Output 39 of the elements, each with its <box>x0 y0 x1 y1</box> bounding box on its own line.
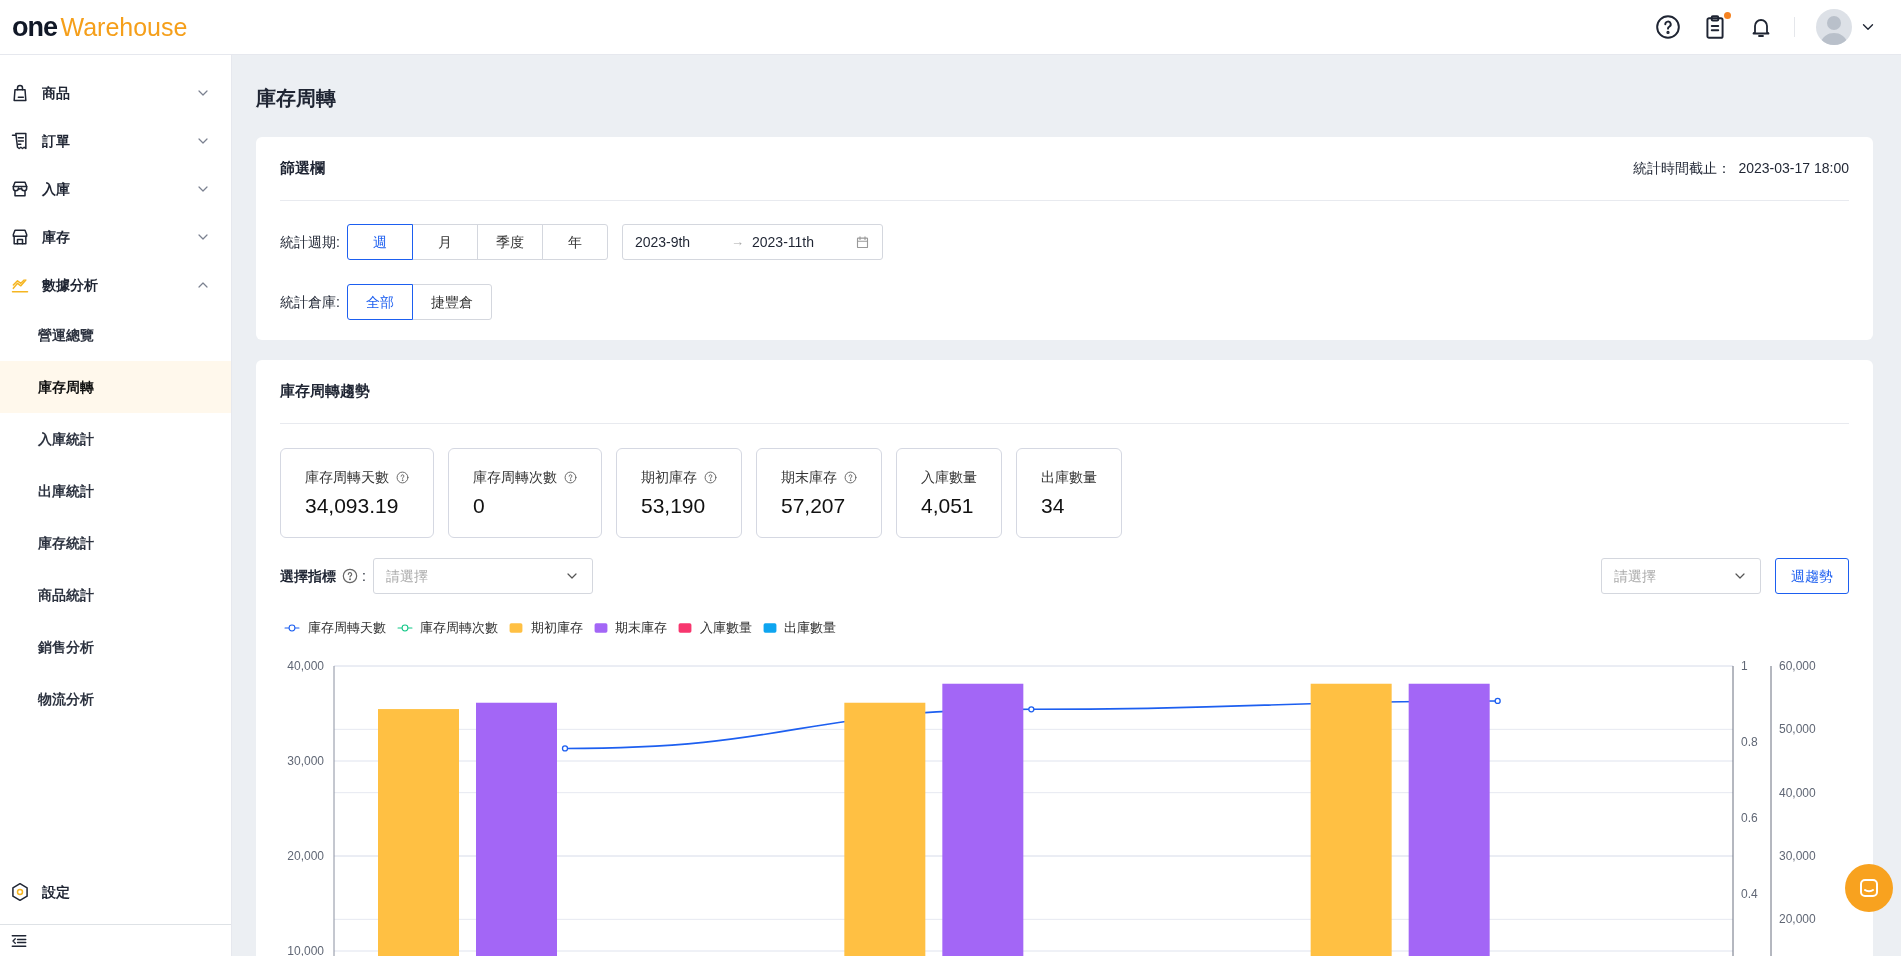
card-title: 庫存周轉趨勢 <box>280 381 370 402</box>
colon-text: : <box>362 566 366 586</box>
field-label: 選擇指標 <box>280 566 336 586</box>
axis-tick-label: 40,000 <box>287 658 324 673</box>
axis-tick-label: 30,000 <box>1779 848 1816 863</box>
axis-tick-label: 40,000 <box>1779 785 1816 800</box>
stat-label: 庫存周轉次數 <box>473 468 557 487</box>
axis-tick-label: 30,000 <box>287 753 324 768</box>
cutoff-time: 2023-03-17 18:00 <box>1738 159 1849 178</box>
axis-tick-label: 0.4 <box>1741 886 1758 901</box>
field-label: 統計週期: <box>280 232 340 252</box>
cutoff-label: 統計時間截止： <box>1633 159 1732 178</box>
stat-label: 庫存周轉天數 <box>305 468 389 487</box>
stat-value: 4,051 <box>921 493 975 519</box>
axis-tick-label: 50,000 <box>1779 721 1816 736</box>
axis-tick-label: 1 <box>1741 658 1748 673</box>
date-end: 2023-11th <box>752 232 815 252</box>
stat-value: 53,190 <box>641 493 707 519</box>
stat-value: 34,093.19 <box>305 493 400 519</box>
stat-value: 34 <box>1041 493 1066 519</box>
axis-tick-label: 0.6 <box>1741 810 1758 825</box>
date-start: 2023-9th <box>634 232 691 252</box>
axis-tick-label: 60,000 <box>1779 658 1816 673</box>
stat-value: 0 <box>473 493 486 519</box>
stat-label: 入庫數量 <box>921 468 977 487</box>
axis-tick-label: 0.8 <box>1741 734 1758 749</box>
axis-tick-label: 10,000 <box>287 943 324 956</box>
axis-tick-label: 20,000 <box>1779 911 1816 926</box>
stat-label: 出庫數量 <box>1041 468 1097 487</box>
stat-label: 期初庫存 <box>641 468 697 487</box>
date-separator: → <box>731 233 744 252</box>
page-title: 庫存周轉 <box>256 86 337 111</box>
field-label: 統計倉庫: <box>280 292 340 312</box>
axis-tick-label: 20,000 <box>287 848 324 863</box>
logo-text: one <box>12 10 57 44</box>
stat-value: 57,207 <box>781 493 847 519</box>
card-title: 篩選欄 <box>280 158 325 179</box>
logo-text: Warehouse <box>60 11 188 43</box>
stat-label: 期末庫存 <box>781 468 837 487</box>
